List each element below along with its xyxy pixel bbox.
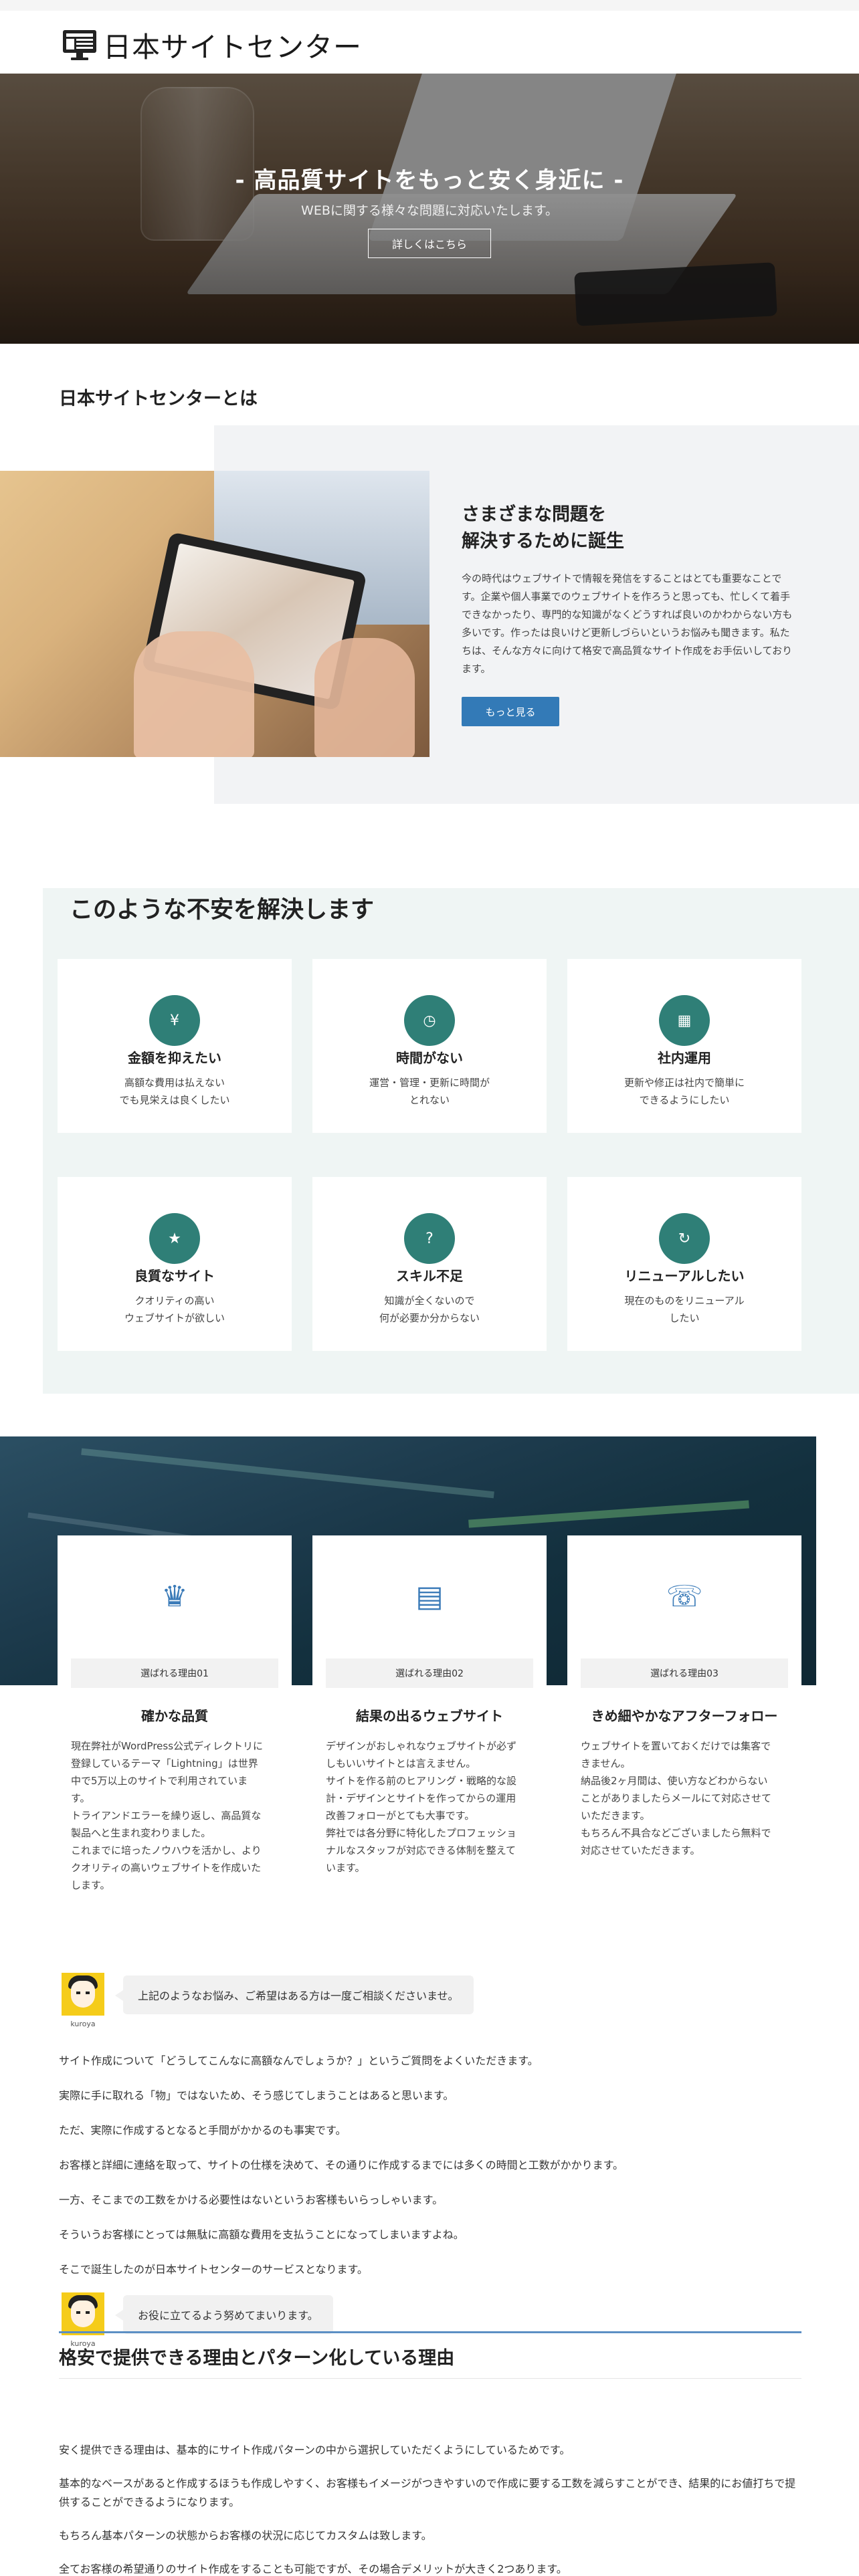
worry-card-desc: 高額な費用は払えない でも見栄えは良くしたい <box>58 1074 292 1109</box>
worry-card-desc-line1: 現在のものをリニューアル <box>624 1295 745 1307</box>
worry-card-desc-line2: したい <box>669 1312 700 1324</box>
reason-text: 現在弊社がWordPress公式ディレクトリに 登録しているテーマ「Lightn… <box>71 1740 263 1891</box>
hero-title: - 高品質サイトをもっと安く身近に - <box>235 167 624 194</box>
avatar-face <box>71 1981 95 2008</box>
reason-tag: 選ばれる理由02 <box>326 1658 533 1688</box>
about-heading: さまざまな問題を 解決するために誕生 <box>462 502 624 555</box>
worry-card-desc-line2: 何が必要か分からない <box>379 1312 480 1324</box>
reason-title: きめ細やかなアフターフォロー <box>591 1708 778 1724</box>
worry-card-desc: 運営・管理・更新に時間が とれない <box>312 1074 547 1109</box>
worry-card-desc-line2: でも見栄えは良くしたい <box>119 1094 230 1106</box>
speech-balloon: お役に立てるよう努めてまいります。 <box>115 2295 333 2334</box>
worry-card-desc: 知識が全くないので 何が必要か分からない <box>312 1292 547 1327</box>
avatar-eye-left <box>76 2311 80 2314</box>
worry-card: ? スキル不足 知識が全くないので 何が必要か分からない <box>312 1177 547 1351</box>
avatar-face <box>71 2300 95 2327</box>
award-icon: ♛ <box>161 1580 188 1614</box>
building-icon: ▦ <box>659 995 710 1046</box>
worry-card-title: スキル不足 <box>396 1268 463 1284</box>
body-paragraph: 全てお客様の希望通りのサイト作成をすることも可能ですが、その場合デメリットが大き… <box>59 2563 567 2575</box>
logo-text: 日本サイトセンター <box>103 30 363 64</box>
reason-card: ♛ 選ばれる理由01 <box>58 1535 292 1691</box>
reason-text: ウェブサイトを置いておくだけでは集客で きません。 納品後2ヶ月間は、使い方など… <box>581 1740 772 1856</box>
worry-card-desc-line1: 高額な費用は払えない <box>124 1077 225 1089</box>
site-header: 日本サイトセンター <box>0 11 859 74</box>
more-button[interactable]: もっと見る <box>462 697 559 726</box>
refresh-icon: ↻ <box>659 1213 710 1264</box>
body-paragraph: サイト作成について「どうしてこんなに高額なんでしょうか？」というご質問をよくいた… <box>59 2054 539 2067</box>
worry-card-title: 金額を抑えたい <box>128 1050 221 1066</box>
reasons-bg-code-line-2 <box>468 1500 749 1528</box>
worry-card: ¥ 金額を抑えたい 高額な費用は払えない でも見栄えは良くしたい <box>58 959 292 1133</box>
body-paragraph: 実際に手に取れる「物」ではないため、そう感じてしまうことはあると思います。 <box>59 2089 454 2102</box>
about-heading-line2: 解決するために誕生 <box>462 531 624 552</box>
avatar-eye-left <box>76 1992 80 1994</box>
section2-title: 格安で提供できる理由とパターン化している理由 <box>59 2348 455 2369</box>
monitor-icon <box>63 30 96 60</box>
worries-title: このような不安を解決します <box>70 897 375 924</box>
body-paragraph: そういうお客様にとっては無駄に高額な費用を支払うことになってしまいますよね。 <box>59 2228 464 2241</box>
section-divider <box>59 2331 801 2333</box>
reason-card: ☏ 選ばれる理由03 <box>567 1535 801 1691</box>
avatar <box>62 1973 104 2016</box>
worry-card-desc: 現在のものをリニューアル したい <box>567 1292 801 1327</box>
support-icon: ☏ <box>666 1580 703 1614</box>
avatar <box>62 2292 104 2335</box>
avatar-eye-right <box>86 1992 90 1994</box>
about-image-hand <box>134 631 254 757</box>
site-logo[interactable]: 日本サイトセンター <box>62 28 362 64</box>
worry-card-title: 良質なサイト <box>134 1268 215 1284</box>
about-tablet-image <box>0 471 430 757</box>
worry-card-title: 社内運用 <box>658 1050 711 1066</box>
hero-subtitle: WEBに関する様々な問題に対応いたします。 <box>301 203 558 218</box>
question-icon: ? <box>404 1213 455 1264</box>
yen-icon: ¥ <box>149 995 200 1046</box>
body-paragraph: 基本的なベースがあると作成するほうも作成しやすく、お客様もイメージがつきやすいの… <box>59 2477 796 2508</box>
avatar-name: kuroya <box>70 2020 96 2028</box>
worry-card: ★ 良質なサイト クオリティの高い ウェブサイトが欲しい <box>58 1177 292 1351</box>
worry-card-desc-line1: 運営・管理・更新に時間が <box>369 1077 490 1089</box>
body-paragraph: もちろん基本パターンの状態からお客様の状況に応じてカスタムは致します。 <box>59 2529 432 2542</box>
worry-card-desc: クオリティの高い ウェブサイトが欲しい <box>58 1292 292 1327</box>
worry-card-title: 時間がない <box>396 1050 463 1066</box>
speech-balloon: 上記のようなお悩み、ご希望はある方は一度ご相談くださいませ。 <box>115 1975 474 2014</box>
reasons-bg-code-line-1 <box>81 1448 494 1499</box>
about-heading-line1: さまざまな問題を <box>462 504 606 525</box>
worry-card-title: リニューアルしたい <box>624 1268 745 1284</box>
star-icon: ★ <box>149 1213 200 1264</box>
hero-banner: - 高品質サイトをもっと安く身近に - WEBに関する様々な問題に対応いたします… <box>0 74 859 344</box>
worry-card-desc-line2: とれない <box>409 1094 450 1106</box>
body-paragraph: そこで誕生したのが日本サイトセンターのサービスとなります。 <box>59 2263 368 2276</box>
worry-card: ▦ 社内運用 更新や修正は社内で簡単に できるようにしたい <box>567 959 801 1133</box>
reason-tag: 選ばれる理由01 <box>71 1658 278 1688</box>
about-image-hand-2 <box>314 638 415 757</box>
worry-card: ◷ 時間がない 運営・管理・更新に時間が とれない <box>312 959 547 1133</box>
reason-card: ▤ 選ばれる理由02 <box>312 1535 547 1691</box>
worry-card-desc-line1: 更新や修正は社内で簡単に <box>624 1077 745 1089</box>
about-section-title: 日本サイトセンターとは <box>59 389 258 409</box>
chart-icon: ▤ <box>415 1580 444 1614</box>
avatar-eye-right <box>86 2311 90 2314</box>
reason-tag: 選ばれる理由03 <box>581 1658 788 1688</box>
body-paragraph: お客様と詳細に連絡を取って、サイトの仕様を決めて、その通りに作成するまでには多く… <box>59 2159 624 2171</box>
worry-card-desc-line2: できるようにしたい <box>639 1094 730 1106</box>
worry-card: ↻ リニューアルしたい 現在のものをリニューアル したい <box>567 1177 801 1351</box>
body-paragraph: ただ、実際に作成するとなると手間がかかるのも事実です。 <box>59 2124 347 2137</box>
body-paragraph: 一方、そこまでの工数をかける必要性はないというお客様もいらっしゃいます。 <box>59 2193 444 2206</box>
reason-text: デザインがおしゃれなウェブサイトが必ず しもいいサイトとは言えません。 サイトを… <box>326 1740 517 1874</box>
reason-title: 結果の出るウェブサイト <box>356 1708 503 1724</box>
worry-card-desc-line2: ウェブサイトが欲しい <box>124 1312 225 1324</box>
worry-card-desc-line1: クオリティの高い <box>134 1295 215 1307</box>
section-underline <box>59 2378 801 2379</box>
reason-title: 確かな品質 <box>141 1708 208 1724</box>
worry-card-desc-line1: 知識が全くないので <box>384 1295 475 1307</box>
body-paragraph: 安く提供できる理由は、基本的にサイト作成パターンの中から選択していただくようにし… <box>59 2444 571 2456</box>
about-description: 今の時代はウェブサイトで情報を発信をすることはとても重要なことです。企業や個人事… <box>462 572 793 675</box>
hero-details-button[interactable]: 詳しくはこちら <box>368 229 491 258</box>
top-strip <box>0 0 859 11</box>
clock-icon: ◷ <box>404 995 455 1046</box>
worry-card-desc: 更新や修正は社内で簡単に できるようにしたい <box>567 1074 801 1109</box>
